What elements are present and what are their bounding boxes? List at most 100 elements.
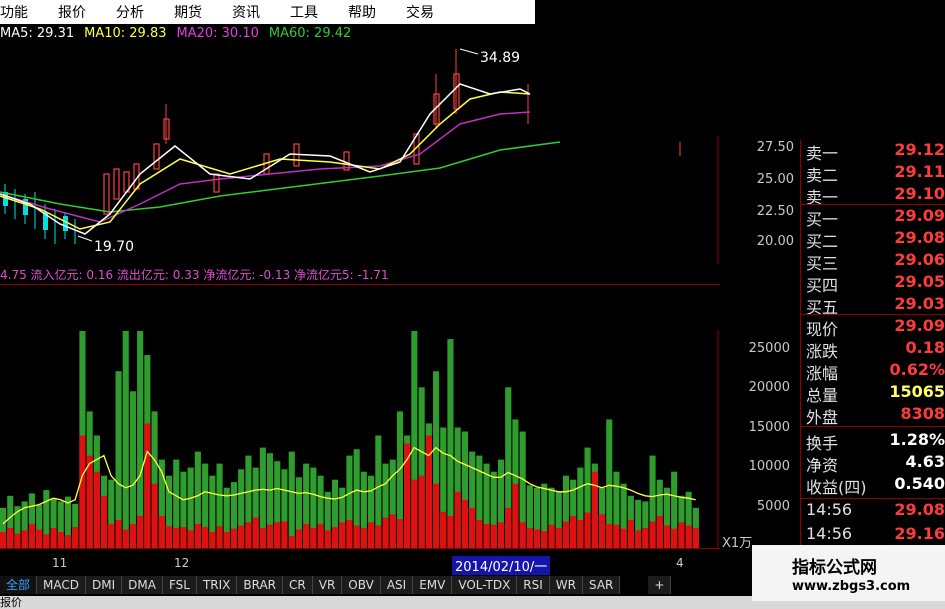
- menu-item-news[interactable]: 资讯: [232, 2, 260, 22]
- volume-ytick: 15000: [748, 420, 790, 435]
- volume-bar-red: [678, 522, 685, 548]
- menu-item-help[interactable]: 帮助: [348, 2, 376, 22]
- volume-bar-red: [317, 523, 324, 548]
- volume-bar-red: [656, 515, 663, 548]
- bid-row: 买四 29.05: [806, 272, 945, 295]
- add-tab-button[interactable]: +: [648, 576, 672, 594]
- tab-obv[interactable]: OBV: [342, 576, 381, 594]
- volume-bar-red: [548, 524, 555, 548]
- volume-bar-red: [469, 507, 476, 548]
- volume-bar-red: [144, 423, 151, 548]
- volume-bar-red: [36, 529, 43, 548]
- stat-row: 换手 1.28%: [806, 430, 945, 453]
- stat-row: 总量 15065: [806, 382, 945, 405]
- volume-ytick: 5000: [756, 499, 790, 514]
- volume-bar-red: [512, 483, 519, 548]
- volume-bar-red: [382, 517, 389, 548]
- volume-bar-red: [649, 521, 656, 548]
- volume-bar-green: [122, 331, 129, 548]
- volume-bar-red: [368, 522, 375, 548]
- candle-body: [63, 216, 68, 231]
- menu-item-futures[interactable]: 期货: [174, 2, 202, 22]
- tab-cr[interactable]: CR: [283, 576, 313, 594]
- volume-bar-red: [490, 524, 497, 548]
- ticks-divider: [800, 498, 945, 499]
- volume-bar-red: [252, 517, 259, 548]
- tab-rsi[interactable]: RSI: [517, 576, 550, 594]
- tab-dma[interactable]: DMA: [122, 576, 163, 594]
- volume-bar-red: [72, 527, 79, 548]
- volume-bar-red: [534, 529, 541, 548]
- volume-bar-red: [396, 519, 403, 548]
- volume-bar-red: [101, 495, 108, 548]
- date-axis-line: [0, 548, 720, 549]
- menu-item-quote[interactable]: 报价: [58, 2, 86, 22]
- tab-emv[interactable]: EMV: [413, 576, 453, 594]
- volume-bar-red: [346, 519, 353, 548]
- menu-bar: 功能 报价 分析 期货 资讯 工具 帮助 交易: [0, 0, 535, 24]
- date-tick: 4: [676, 556, 684, 570]
- volume-bar-red: [577, 519, 584, 548]
- tab-brar[interactable]: BRAR: [237, 576, 284, 594]
- tab-vr[interactable]: VR: [312, 576, 343, 594]
- volume-unit-label: X1万: [722, 536, 753, 551]
- volume-bar-red: [43, 534, 50, 548]
- menu-item-analysis[interactable]: 分析: [116, 2, 144, 22]
- tab-all[interactable]: 全部: [0, 576, 38, 594]
- volume-bar-red: [274, 522, 281, 548]
- volume-bar-red: [606, 523, 613, 548]
- volume-bar-red: [339, 522, 346, 548]
- volume-bar-red: [447, 515, 454, 548]
- volume-bar-red: [115, 519, 122, 548]
- volume-bar-chart[interactable]: [0, 290, 720, 548]
- volume-bar-red: [411, 479, 418, 548]
- menu-item-trade[interactable]: 交易: [406, 2, 434, 22]
- volume-bar-red: [584, 512, 591, 548]
- tab-asi[interactable]: ASI: [380, 576, 414, 594]
- volume-bar-red: [21, 530, 28, 548]
- volume-bar-red: [108, 523, 115, 548]
- volume-bar-red: [7, 527, 14, 548]
- tab-trix[interactable]: TRIX: [196, 576, 238, 594]
- volume-bar-red: [0, 531, 7, 548]
- stats-divider: [800, 426, 945, 427]
- volume-bar-red: [79, 435, 86, 548]
- volume-bar-red: [14, 533, 21, 548]
- volume-bar-red: [238, 525, 245, 548]
- price-ytick: 25.00: [756, 172, 794, 187]
- volume-bar-red: [332, 527, 339, 548]
- volume-bar-red: [310, 527, 317, 548]
- volume-bar-red: [418, 475, 425, 548]
- volume-bar-red: [295, 529, 302, 548]
- volume-ytick: 25000: [748, 341, 790, 356]
- volume-bar-red: [555, 527, 562, 548]
- tab-fsl[interactable]: FSL: [162, 576, 197, 594]
- tab-macd[interactable]: MACD: [37, 576, 86, 594]
- menu-item-function[interactable]: 功能: [0, 2, 28, 22]
- tab-sar[interactable]: SAR: [583, 576, 621, 594]
- volume-bar-red: [635, 530, 642, 548]
- panel-divider: [0, 284, 720, 285]
- volume-bar-red: [613, 524, 620, 548]
- volume-bar-red: [28, 523, 35, 548]
- volume-bar-red: [599, 514, 606, 548]
- ma10-label: MA10: 29.83: [84, 26, 167, 41]
- volume-bar-red: [620, 528, 627, 548]
- tab-dmi[interactable]: DMI: [86, 576, 123, 594]
- stat-row: 涨幅 0.62%: [806, 360, 945, 383]
- tab-vol-tdx[interactable]: VOL-TDX: [452, 576, 518, 594]
- bid-row: 买二 29.08: [806, 228, 945, 251]
- menu-item-tools[interactable]: 工具: [290, 2, 318, 22]
- volume-bar-green: [137, 331, 144, 548]
- date-tick: 12: [174, 556, 190, 570]
- volume-bar-red: [64, 535, 71, 548]
- volume-bar-red: [180, 527, 187, 548]
- price-candlestick-chart[interactable]: 34.89 19.70: [0, 44, 720, 264]
- volume-bar-red: [223, 531, 230, 548]
- volume-bar-red: [389, 514, 396, 548]
- volume-bar-red: [202, 527, 209, 548]
- tab-wr[interactable]: WR: [549, 576, 583, 594]
- volume-ytick: 10000: [748, 459, 790, 474]
- chart-overlay-gap: [535, 44, 720, 136]
- volume-bar-red: [151, 483, 158, 548]
